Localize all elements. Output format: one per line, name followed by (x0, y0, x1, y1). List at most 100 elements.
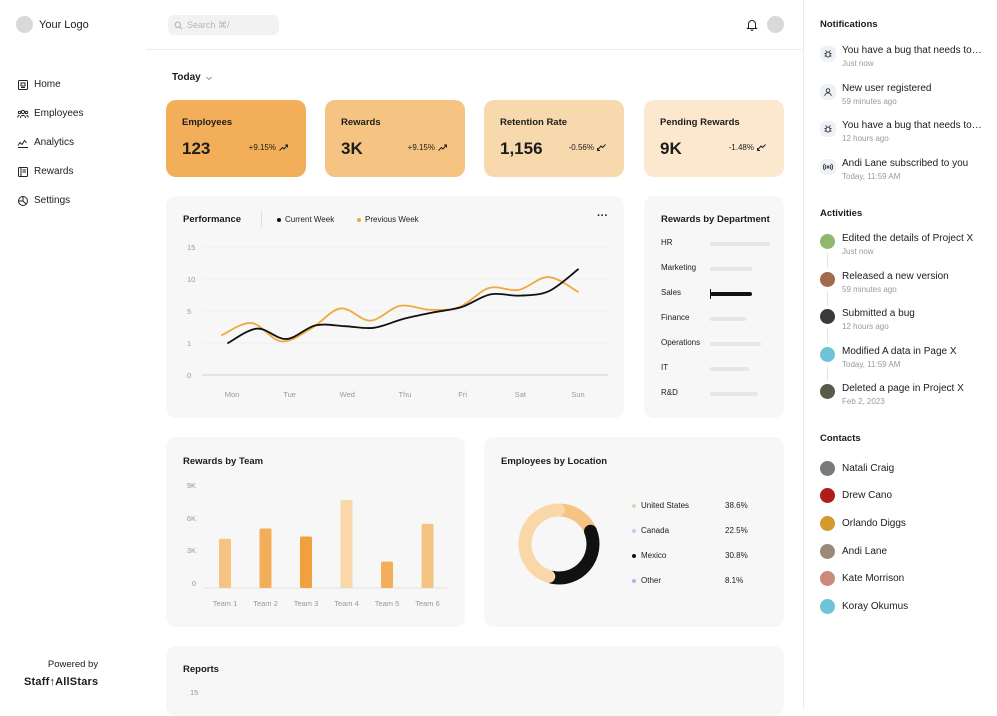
notification-title: You have a bug that needs to be fixed. (842, 45, 984, 56)
activity-item[interactable]: Modified A data in Page X Today, 11:59 AM (820, 344, 995, 378)
avatar (820, 571, 835, 587)
department-label: Finance (661, 313, 690, 322)
bar-team-4[interactable] (340, 499, 353, 588)
location-legend-item[interactable]: United States (632, 501, 689, 510)
stat-card-pending-rewards[interactable]: Pending Rewards 9K -1.48% (644, 100, 784, 177)
activity-item[interactable]: Edited the details of Project X Just now (820, 231, 995, 265)
user-icon (824, 87, 832, 96)
activity-item[interactable]: Deleted a page in Project X Feb 2, 2023 (820, 381, 995, 415)
activity-title: Released a new version (842, 270, 949, 282)
contact-item[interactable]: Drew Cano (820, 486, 892, 506)
bar-team-1[interactable] (219, 538, 231, 588)
rewards-icon (18, 166, 28, 177)
series-line-previous-week (221, 276, 579, 343)
sidebar-item-rewards[interactable]: Rewards (17, 157, 145, 186)
x-tick-label: Sat (515, 390, 527, 399)
bar-team-3[interactable] (300, 536, 312, 589)
avatar[interactable] (767, 16, 784, 33)
bar-team-6[interactable] (421, 523, 434, 588)
sidebar-item-home[interactable]: Home (17, 70, 145, 99)
trend-down-icon (597, 144, 606, 151)
stat-change: +9.15% (408, 143, 447, 152)
location-label: Other (641, 576, 662, 585)
stat-card-retention-rate[interactable]: Retention Rate 1,156 -0.56% (484, 100, 624, 177)
notification-icon-wrapper (820, 83, 836, 100)
sidebar-item-settings[interactable]: Settings (17, 186, 145, 215)
sidebar-item-analytics[interactable]: Analytics (17, 128, 145, 157)
location-donut-chart (518, 503, 600, 585)
brand-logo: Staff↑AllStars (24, 676, 99, 688)
home-icon (18, 79, 28, 90)
location-legend-item[interactable]: Other (632, 576, 661, 585)
notification-icon-wrapper (820, 46, 836, 62)
donut-segment-mexico[interactable] (545, 524, 600, 585)
top-bar: Search ⌘/ (146, 0, 803, 50)
search-input[interactable]: Search ⌘/ (168, 15, 279, 35)
stat-card-rewards[interactable]: Rewards 3K +9.15% (325, 100, 465, 177)
avatar (820, 488, 835, 504)
location-legend-item[interactable]: Mexico (632, 551, 666, 560)
main-content: Search ⌘/ Today Employees 123 +9.15% Rew… (146, 0, 803, 716)
donut-segment-united-states[interactable] (518, 503, 565, 583)
notification-icon-wrapper (820, 158, 836, 175)
activity-title: Modified A data in Page X (842, 345, 957, 357)
stat-value: 3K (341, 139, 363, 158)
logo[interactable]: Your Logo (16, 16, 89, 33)
sidebar-item-label: Rewards (34, 166, 74, 177)
donut-segment-other[interactable] (555, 503, 596, 535)
notification-item[interactable]: You have a bug that needs to be fixed. Ju… (820, 43, 995, 77)
department-bar-track (710, 317, 746, 321)
contact-name: Natali Craig (842, 462, 895, 474)
stat-title: Employees (182, 117, 233, 128)
chevron-down-icon (205, 76, 212, 80)
sidebar-item-employees[interactable]: Employees (17, 99, 145, 128)
contact-name: Kate Morrison (842, 573, 905, 585)
avatar (820, 515, 835, 531)
notifications-title: Notifications (820, 19, 878, 30)
stat-title: Retention Rate (500, 117, 568, 128)
contact-item[interactable]: Koray Okumus (820, 597, 908, 617)
x-tick-label: Tue (283, 390, 296, 399)
avatar (820, 271, 835, 287)
notification-item[interactable]: You have a bug that needs to be fixed. 12… (820, 118, 995, 152)
contact-item[interactable]: Natali Craig (820, 458, 894, 478)
rewards-by-department-panel: Rewards by Department HR Marketing Sales Fi… (644, 196, 784, 418)
department-bar-marker (710, 289, 711, 299)
trend-up-icon (279, 144, 288, 151)
activity-item[interactable]: Submitted a bug 12 hours ago (820, 306, 995, 340)
rewards-by-team-chart: 9K 6K 3K 0 Team 1 Team 2 Team 3 Team 4 Team 5 Tea… (187, 481, 448, 608)
avatar (820, 346, 835, 362)
stat-card-employees[interactable]: Employees 123 +9.15% (166, 100, 306, 177)
location-legend-item[interactable]: Canada (632, 526, 669, 535)
contact-item[interactable]: Kate Morrison (820, 569, 904, 589)
reports-y-tick: 15 (190, 688, 199, 697)
notification-item[interactable]: New user registered 59 minutes ago (820, 81, 995, 115)
department-bar-highlight[interactable] (710, 292, 752, 296)
reports-panel: Reports 15 (166, 646, 784, 716)
bell-icon[interactable] (746, 18, 758, 31)
sidebar-item-label: Home (34, 79, 61, 90)
y-tick-label: 10 (187, 275, 195, 284)
bar-team-5[interactable] (381, 561, 393, 588)
stat-title: Pending Rewards (660, 117, 740, 128)
activity-item[interactable]: Released a new version 59 minutes ago (820, 269, 995, 303)
logo-text: Your Logo (39, 18, 89, 31)
department-label: R&D (661, 388, 678, 397)
date-filter-dropdown[interactable]: Today (172, 72, 213, 83)
y-tick-label: 3K (187, 546, 196, 555)
stat-change-text: -0.56% (568, 143, 594, 152)
notification-item[interactable]: Andi Lane subscribed to you Today, 11:59 … (820, 156, 995, 190)
bug-icon (824, 125, 832, 133)
right-sidebar: Notifications You have a bug that needs … (803, 0, 997, 709)
contact-item[interactable]: Andi Lane (820, 541, 887, 561)
notification-title: New user registered (842, 82, 932, 94)
sidebar: Your Logo Home Employees Analytics Rewar… (0, 0, 146, 709)
contact-name: Drew Cano (842, 490, 893, 502)
bar-team-2[interactable] (259, 528, 272, 588)
y-tick-label: 0 (187, 371, 191, 380)
activity-time: 59 minutes ago (842, 284, 897, 294)
department-bar-track (710, 342, 761, 346)
users-icon (17, 109, 29, 118)
y-tick-label: 15 (187, 243, 195, 252)
contact-item[interactable]: Orlando Diggs (820, 513, 906, 533)
